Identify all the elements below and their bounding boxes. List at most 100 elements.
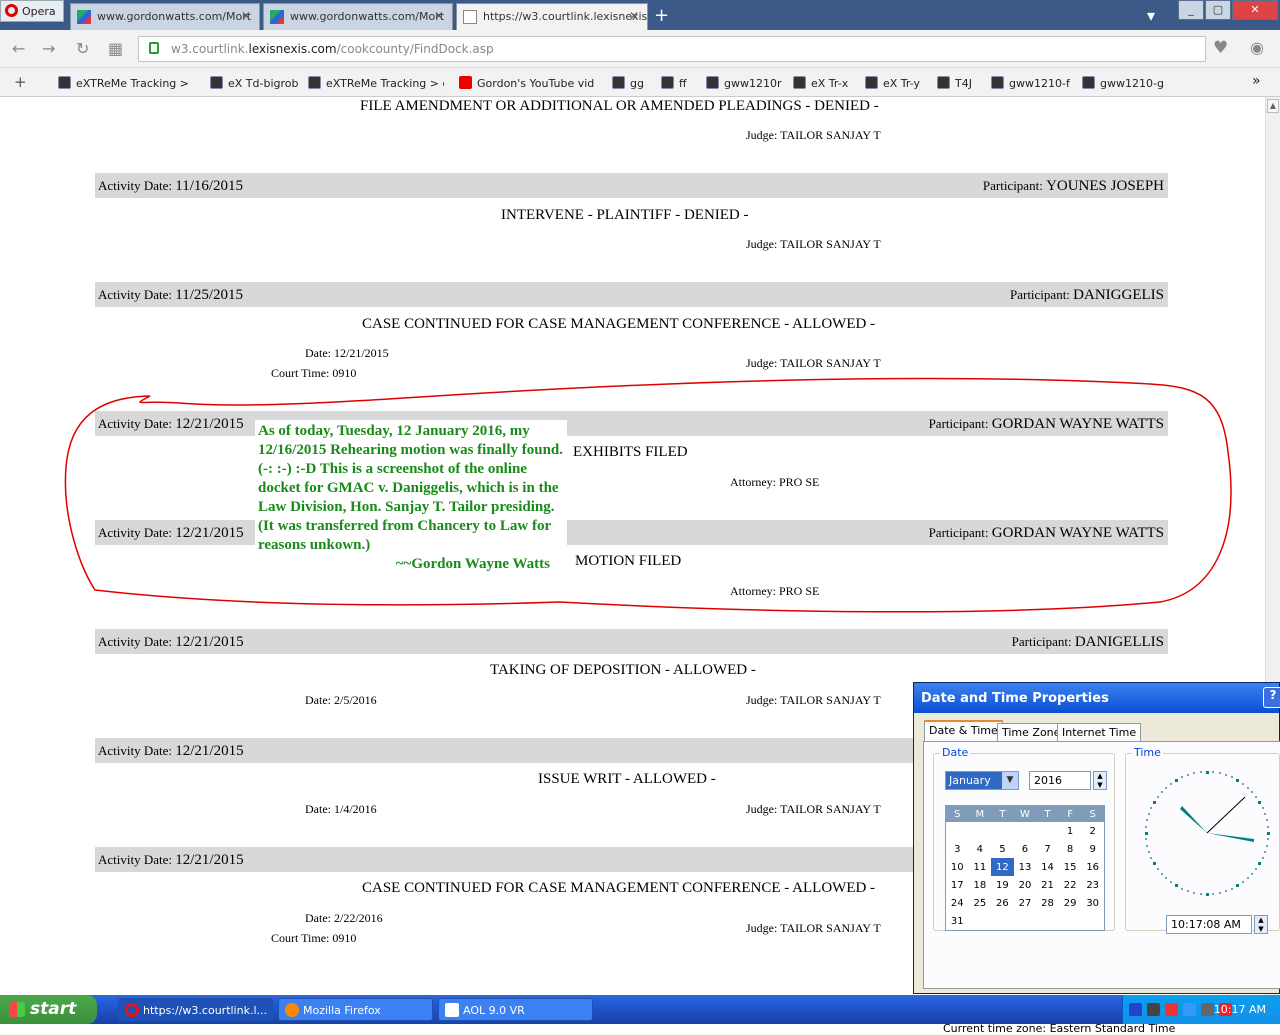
calendar-day[interactable]: 4 [969,840,992,858]
reload-icon[interactable]: ↻ [76,39,89,58]
more-bookmarks-chevron-icon[interactable]: » [1252,73,1261,89]
start-button[interactable]: start [0,995,97,1024]
time-spinner[interactable]: ▲ ▼ [1254,915,1268,934]
event-title: EXHIBITS FILED [573,444,688,460]
calendar-day[interactable]: 31 [946,912,969,930]
minimize-button[interactable]: _ [1178,0,1204,20]
calendar-day[interactable]: 27 [1014,894,1037,912]
help-button[interactable]: ? [1263,687,1280,708]
account-icon[interactable]: ◉ [1250,38,1264,57]
bookmark-item[interactable]: eXTReMe Tracking > gw [308,76,444,90]
calendar-day[interactable]: 1 [1059,822,1082,840]
add-bookmark-icon[interactable]: + [14,73,27,91]
bookmark-item[interactable]: gww1210r [706,76,782,90]
calendar-day[interactable]: 25 [969,894,992,912]
calendar-day[interactable]: 26 [991,894,1014,912]
clock-tick [1146,844,1149,847]
clock-tick [1255,796,1258,799]
tab-gordonwatts-1[interactable]: www.gordonwatts.com/Mort ✕ [70,3,260,30]
volume-tray-icon[interactable] [1201,1003,1214,1016]
close-tab-icon[interactable]: ✕ [241,9,251,23]
calendar-day[interactable]: 8 [1059,840,1082,858]
dialog-title-bar[interactable]: Date and Time Properties? [914,683,1280,713]
tab-courtlink[interactable]: https://w3.courtlink.lexisnexis ✕ [456,3,648,30]
calendar-day[interactable]: 13 [1014,858,1037,876]
speed-dial-grid-icon[interactable]: ▦ [108,39,123,58]
minute-hand [1207,833,1254,842]
bookmark-item[interactable]: eX Td-bigrob [210,76,299,90]
calendar-day[interactable]: 5 [991,840,1014,858]
tab-gordonwatts-2[interactable]: www.gordonwatts.com/Mort ✕ [263,3,453,30]
taskbar-item-opera[interactable]: https://w3.courtlink.l... [118,998,273,1021]
calendar-day[interactable]: 24 [946,894,969,912]
close-tab-icon[interactable]: ✕ [434,9,444,23]
calendar-day[interactable]: 28 [1036,894,1059,912]
clock-tick [1205,892,1209,896]
aol-tray-icon[interactable] [1129,1003,1142,1016]
bookmark-item[interactable]: eXTReMe Tracking > gw [58,76,192,90]
network-disconnected-icon[interactable] [1165,1003,1178,1016]
calendar-day[interactable]: 22 [1059,876,1082,894]
calendar-day[interactable]: 21 [1036,876,1059,894]
calendar-day[interactable]: 15 [1059,858,1082,876]
calendar-day[interactable]: 16 [1081,858,1104,876]
year-input[interactable]: 2016 [1029,771,1091,790]
bookmark-item[interactable]: gww1210-g [1082,76,1164,90]
tab-date-time[interactable]: Date & Time [924,720,1003,742]
calendar-day[interactable]: 18 [969,876,992,894]
close-window-button[interactable]: ✕ [1232,0,1278,20]
calendar-day[interactable]: 9 [1081,840,1104,858]
address-bar[interactable]: w3.courtlink.lexisnexis.com/cookcounty/F… [138,36,1206,62]
calendar-day[interactable]: 7 [1036,840,1059,858]
tab-menu-icon[interactable]: ▾ [1147,6,1155,25]
taskbar-item-aol[interactable]: AOL 9.0 VR [438,998,593,1021]
clock-tick [1224,773,1227,776]
time-input[interactable]: 10:17:08 AM [1166,915,1252,934]
security-tray-icon[interactable] [1183,1003,1196,1016]
calendar-day[interactable]: 11 [969,858,992,876]
calendar-day[interactable]: 30 [1081,894,1104,912]
close-tab-icon[interactable]: ✕ [629,9,639,23]
bookmark-item[interactable]: ff [661,76,687,90]
network-disconnected-icon[interactable] [1147,1003,1160,1016]
heart-bookmark-icon[interactable]: ♥ [1213,38,1228,58]
calendar-day[interactable]: 14 [1036,858,1059,876]
taskbar-item-firefox[interactable]: Mozilla Firefox [278,998,433,1021]
calendar-day[interactable]: 19 [991,876,1014,894]
opera-menu-button[interactable]: Opera [0,0,64,22]
calendar-day[interactable]: 10 [946,858,969,876]
clock-tick [1170,782,1173,785]
calendar-day[interactable]: 29 [1059,894,1082,912]
calendar-day[interactable]: 20 [1014,876,1037,894]
calendar-day[interactable]: 12 [991,858,1014,876]
clock-tick [1150,856,1153,859]
clock-tick [1258,801,1262,804]
back-arrow-icon[interactable]: ← [12,39,25,58]
new-tab-button[interactable]: + [654,5,669,26]
calendar-day[interactable]: 3 [946,840,969,858]
bookmark-item[interactable]: gww1210-f [991,76,1070,90]
tab-internet-time[interactable]: Internet Time [1057,723,1142,741]
calendar-day[interactable]: 2 [1081,822,1104,840]
dropdown-arrow-icon[interactable]: ▼ [1002,772,1018,789]
bookmark-item[interactable]: eX Tr-x [793,76,848,90]
clock-tick [1264,850,1266,853]
clock-tick [1152,801,1156,804]
maximize-button[interactable]: ▢ [1205,0,1231,20]
bookmark-item[interactable]: T4J [937,76,972,90]
scroll-up-arrow-icon[interactable]: ▲ [1267,99,1279,113]
taskbar-clock[interactable]: 10:17 AM [1214,1003,1266,1016]
forward-arrow-icon[interactable]: → [42,39,55,58]
calendar-day[interactable]: 6 [1014,840,1037,858]
hearing-date: Date: 2/5/2016 [305,693,377,707]
calendar-day[interactable]: 17 [946,876,969,894]
bookmark-item[interactable]: gg [612,76,644,90]
extreme-icon [1082,76,1095,89]
calendar-day [991,912,1014,930]
bookmark-item[interactable]: eX Tr-y [865,76,920,90]
year-spinner[interactable]: ▲ ▼ [1093,771,1107,790]
month-select[interactable]: January ▼ [945,771,1019,790]
tab-time-zone[interactable]: Time Zone [997,723,1066,741]
calendar-day[interactable]: 23 [1081,876,1104,894]
bookmark-item[interactable]: Gordon's YouTube video [459,76,595,90]
